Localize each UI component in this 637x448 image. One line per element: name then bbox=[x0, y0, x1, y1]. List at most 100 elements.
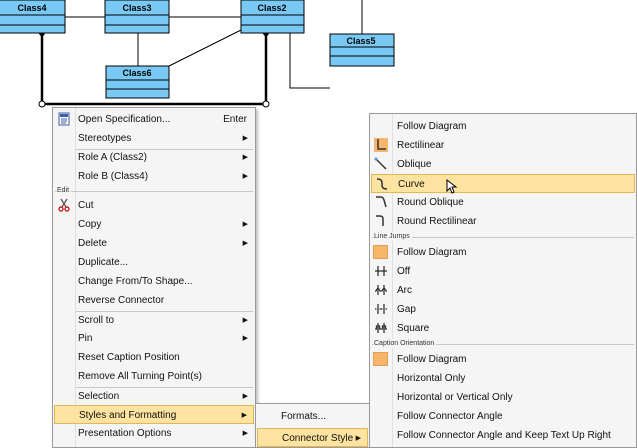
menu-item-label: Reverse Connector bbox=[78, 295, 165, 306]
connector-class2-class5[interactable] bbox=[289, 33, 330, 89]
submenu-arrow-icon: ▶ bbox=[242, 173, 248, 180]
menu-item-styles-and-formatting[interactable]: Styles and Formatting ▶ bbox=[54, 405, 254, 424]
menu-item-pin[interactable]: Pin ▶ bbox=[53, 329, 255, 348]
submenu-arrow-icon: ▶ bbox=[242, 393, 248, 400]
menu-item-duplicate[interactable]: Duplicate... bbox=[53, 253, 255, 272]
menu-item-role-a[interactable]: Role A (Class2) ▶ bbox=[53, 148, 255, 167]
menu-item-caption-follow-diagram[interactable]: Follow Diagram bbox=[370, 350, 636, 369]
menu-item-label: Rectilinear bbox=[397, 140, 445, 151]
styles-submenu: Formats... Connector Style ▶ bbox=[255, 403, 370, 448]
class-box-class4[interactable]: Class4 bbox=[0, 0, 66, 34]
menu-item-label: Delete bbox=[78, 238, 107, 249]
menu-item-formats[interactable]: Formats... bbox=[256, 407, 369, 426]
menu-item-label: Curve bbox=[398, 179, 425, 190]
connector-handle[interactable] bbox=[262, 100, 270, 108]
submenu-arrow-icon: ▶ bbox=[355, 435, 361, 442]
menu-item-label: Selection bbox=[78, 391, 120, 402]
class-name: Class3 bbox=[122, 3, 151, 13]
mouse-cursor-icon bbox=[446, 179, 458, 194]
class-name: Class2 bbox=[257, 3, 286, 13]
jump-arc-icon bbox=[375, 285, 387, 295]
menu-item-label: Round Rectilinear bbox=[397, 216, 477, 227]
menu-item-horizontal-only[interactable]: Horizontal Only bbox=[370, 369, 636, 388]
class-box-class5[interactable]: Class5 bbox=[329, 33, 395, 67]
follow-diagram-icon bbox=[373, 245, 388, 259]
menu-item-horizontal-or-vertical-only[interactable]: Horizontal or Vertical Only bbox=[370, 388, 636, 407]
menu-item-connector-style[interactable]: Connector Style ▶ bbox=[257, 428, 368, 447]
menu-item-stereotypes[interactable]: Stereotypes ▶ bbox=[53, 129, 255, 148]
menu-item-follow-connector-angle-up-right[interactable]: Follow Connector Angle and Keep Text Up … bbox=[370, 426, 636, 445]
menu-item-jumps-follow-diagram[interactable]: Follow Diagram bbox=[370, 243, 636, 262]
menu-item-open-specification[interactable]: Open Specification... Enter bbox=[53, 110, 255, 129]
section-header-label: Caption Orientation bbox=[374, 339, 437, 348]
menu-item-label: Follow Connector Angle bbox=[397, 411, 503, 422]
menu-item-remove-turning-points[interactable]: Remove All Turning Point(s) bbox=[53, 367, 255, 386]
menu-item-label: Presentation Options bbox=[78, 428, 172, 439]
menu-item-label: Open Specification... bbox=[78, 114, 171, 125]
menu-item-label: Change From/To Shape... bbox=[78, 276, 193, 287]
menu-item-jumps-square[interactable]: Square bbox=[370, 319, 636, 338]
menu-item-label: Arc bbox=[397, 285, 412, 296]
menu-item-label: Duplicate... bbox=[78, 257, 129, 268]
menu-item-reverse-connector[interactable]: Reverse Connector bbox=[53, 291, 255, 310]
menu-item-label: Off bbox=[397, 266, 411, 277]
menu-item-label: Connector Style bbox=[282, 433, 354, 444]
class-box-class6[interactable]: Class6 bbox=[105, 65, 170, 99]
rectilinear-icon bbox=[374, 138, 388, 152]
menu-item-role-b[interactable]: Role B (Class4) ▶ bbox=[53, 167, 255, 186]
context-menu: Open Specification... Enter Stereotypes … bbox=[52, 107, 256, 448]
menu-item-label: Role B (Class4) bbox=[78, 171, 149, 182]
section-header-label: Line Jumps bbox=[374, 232, 412, 241]
menu-item-cut[interactable]: Cut bbox=[53, 196, 255, 215]
oblique-icon bbox=[374, 157, 387, 170]
submenu-arrow-icon: ▶ bbox=[242, 317, 248, 324]
connector-class6-class2[interactable] bbox=[168, 29, 242, 67]
menu-item-label: Stereotypes bbox=[78, 133, 132, 144]
menu-item-label: Square bbox=[397, 323, 430, 334]
menu-item-label: Horizontal Only bbox=[397, 373, 466, 384]
section-header-label: Edit bbox=[57, 186, 72, 195]
menu-item-label: Role A (Class2) bbox=[78, 152, 147, 163]
menu-item-selection[interactable]: Selection ▶ bbox=[53, 387, 255, 406]
menu-item-style-follow-diagram[interactable]: Follow Diagram bbox=[370, 117, 636, 136]
section-header-caption-orientation: Caption Orientation bbox=[372, 339, 634, 349]
menu-item-presentation-options[interactable]: Presentation Options ▶ bbox=[53, 424, 255, 443]
submenu-arrow-icon: ▶ bbox=[242, 430, 248, 437]
menu-item-jumps-gap[interactable]: Gap bbox=[370, 300, 636, 319]
specification-icon bbox=[58, 112, 70, 126]
menu-item-round-rectilinear[interactable]: Round Rectilinear bbox=[370, 212, 636, 231]
menu-item-round-oblique[interactable]: Round Oblique bbox=[370, 193, 636, 212]
class-name: Class5 bbox=[346, 36, 375, 46]
follow-diagram-icon bbox=[373, 352, 388, 366]
menu-item-copy[interactable]: Copy ▶ bbox=[53, 215, 255, 234]
menu-item-rectilinear[interactable]: Rectilinear bbox=[370, 136, 636, 155]
menu-item-oblique[interactable]: Oblique bbox=[370, 155, 636, 174]
class-box-class3[interactable]: Class3 bbox=[104, 0, 170, 34]
jump-gap-icon bbox=[375, 304, 387, 314]
curve-icon bbox=[376, 178, 388, 190]
menu-item-label: Reset Caption Position bbox=[78, 352, 180, 363]
class-box-class2[interactable]: Class2 bbox=[240, 0, 305, 34]
menu-item-label: Cut bbox=[78, 200, 94, 211]
menu-item-label: Follow Diagram bbox=[397, 247, 467, 258]
menu-item-label: Scroll to bbox=[78, 315, 115, 326]
menu-item-scroll-to[interactable]: Scroll to ▶ bbox=[53, 311, 255, 330]
menu-item-label: Pin bbox=[78, 333, 93, 344]
submenu-arrow-icon: ▶ bbox=[242, 221, 248, 228]
submenu-arrow-icon: ▶ bbox=[242, 335, 248, 342]
menu-item-delete[interactable]: Delete ▶ bbox=[53, 234, 255, 253]
menu-item-label: Remove All Turning Point(s) bbox=[78, 371, 202, 382]
submenu-arrow-icon: ▶ bbox=[241, 412, 247, 419]
menu-item-follow-connector-angle[interactable]: Follow Connector Angle bbox=[370, 407, 636, 426]
jump-off-icon bbox=[375, 266, 387, 276]
menu-item-jumps-off[interactable]: Off bbox=[370, 262, 636, 281]
scissors-icon bbox=[58, 198, 70, 212]
menu-item-jumps-arc[interactable]: Arc bbox=[370, 281, 636, 300]
menu-item-reset-caption-position[interactable]: Reset Caption Position bbox=[53, 348, 255, 367]
submenu-arrow-icon: ▶ bbox=[242, 240, 248, 247]
connector-handle[interactable] bbox=[38, 100, 46, 108]
menu-item-change-from-to-shape[interactable]: Change From/To Shape... bbox=[53, 272, 255, 291]
menu-item-label: Formats... bbox=[281, 411, 327, 422]
menu-item-curve[interactable]: Curve bbox=[371, 174, 635, 194]
menu-item-label: Round Oblique bbox=[397, 197, 464, 208]
